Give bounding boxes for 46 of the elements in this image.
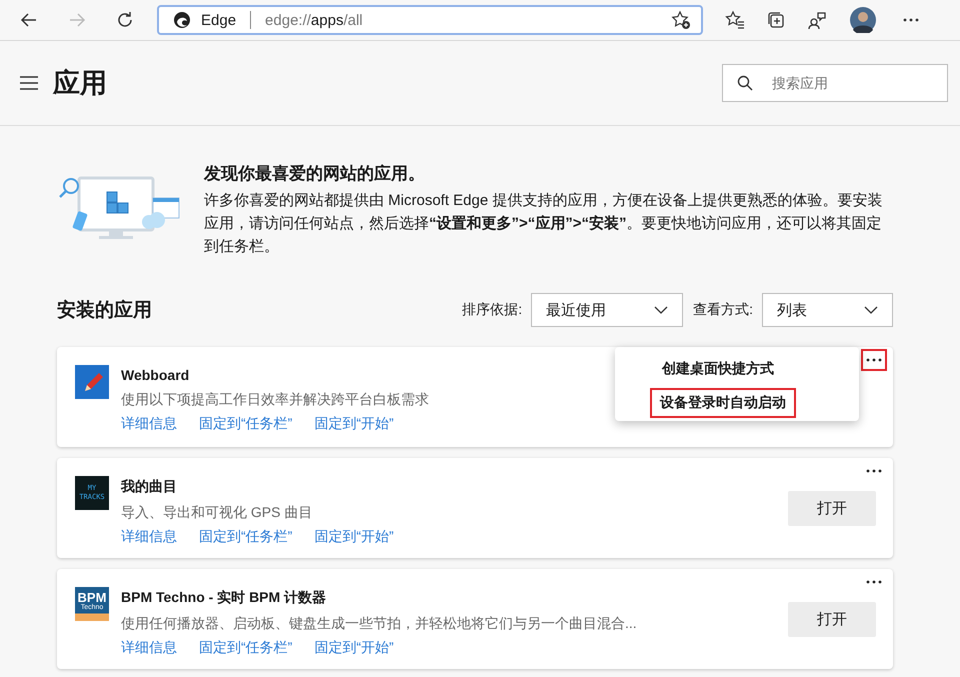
- intro-heading: 发现你最喜爱的网站的应用。: [204, 163, 426, 185]
- menu-item[interactable]: 创建桌面快捷方式: [652, 354, 784, 384]
- address-bar[interactable]: Edge edge://apps/all: [157, 5, 703, 35]
- link[interactable]: 详细信息: [121, 415, 177, 433]
- menu-item[interactable]: 设备登录时自动启动: [650, 388, 796, 418]
- more-icon: [866, 469, 882, 473]
- more-icon: [866, 358, 882, 362]
- app-name: 我的曲目: [121, 478, 177, 496]
- link[interactable]: 固定到“开始”: [314, 639, 394, 657]
- pencil-icon: [75, 365, 109, 399]
- app-description: 导入、导出和可视化 GPS 曲目: [121, 504, 312, 522]
- link[interactable]: 固定到“任务栏”: [199, 639, 292, 657]
- view-dropdown[interactable]: 列表: [762, 293, 893, 327]
- app-description: 使用任何播放器、启动板、键盘生成一些节拍，并轻松地将它们与另一个曲目混合...: [121, 615, 637, 633]
- url-text: edge://apps/all: [265, 12, 363, 28]
- intro-paragraph: 许多你喜爱的网站都提供由 Microsoft Edge 提供支持的应用，方便在设备上提供更熟悉的体验。要安装应用，请访问任何站点，然后选择“设置和更多”>“应用”>“安装”。要更快地访问应用，还可以将其固定到任务栏。: [204, 191, 884, 257]
- favorites-icon[interactable]: [725, 10, 745, 30]
- view-label: 查看方式:: [693, 301, 753, 319]
- more-icon: [866, 580, 882, 584]
- edge-logo-icon: [173, 11, 191, 29]
- link[interactable]: 详细信息: [121, 639, 177, 657]
- app-description: 使用以下项提高工作日效率并解决跨平台白板需求: [121, 391, 429, 409]
- feedback-icon[interactable]: [807, 10, 827, 30]
- site-name: Edge: [201, 12, 236, 28]
- app-name: Webboard: [121, 367, 190, 383]
- link[interactable]: 详细信息: [121, 528, 177, 546]
- link[interactable]: 固定到“开始”: [314, 528, 394, 546]
- search-icon: [737, 75, 753, 91]
- page-title: 应用: [53, 67, 107, 100]
- section-heading: 安装的应用: [57, 298, 152, 323]
- search-field[interactable]: 搜索应用: [722, 64, 948, 102]
- more-button[interactable]: [861, 349, 887, 371]
- link[interactable]: 固定到“开始”: [314, 415, 394, 433]
- menu-icon[interactable]: [20, 76, 38, 90]
- link[interactable]: 固定到“任务栏”: [199, 415, 292, 433]
- app-name: BPM Techno - 实时 BPM 计数器: [121, 589, 326, 607]
- sort-dropdown[interactable]: 最近使用: [531, 293, 684, 327]
- sort-label: 排序依据:: [462, 301, 522, 319]
- link[interactable]: 固定到“任务栏”: [199, 528, 292, 546]
- chevron-down-icon: [654, 306, 668, 314]
- avatar[interactable]: [850, 7, 876, 33]
- add-favorite-icon[interactable]: [671, 10, 691, 30]
- open-button[interactable]: 打开: [788, 491, 876, 526]
- chevron-down-icon: [864, 306, 878, 314]
- collections-icon[interactable]: [766, 10, 786, 30]
- open-button[interactable]: 打开: [788, 602, 876, 637]
